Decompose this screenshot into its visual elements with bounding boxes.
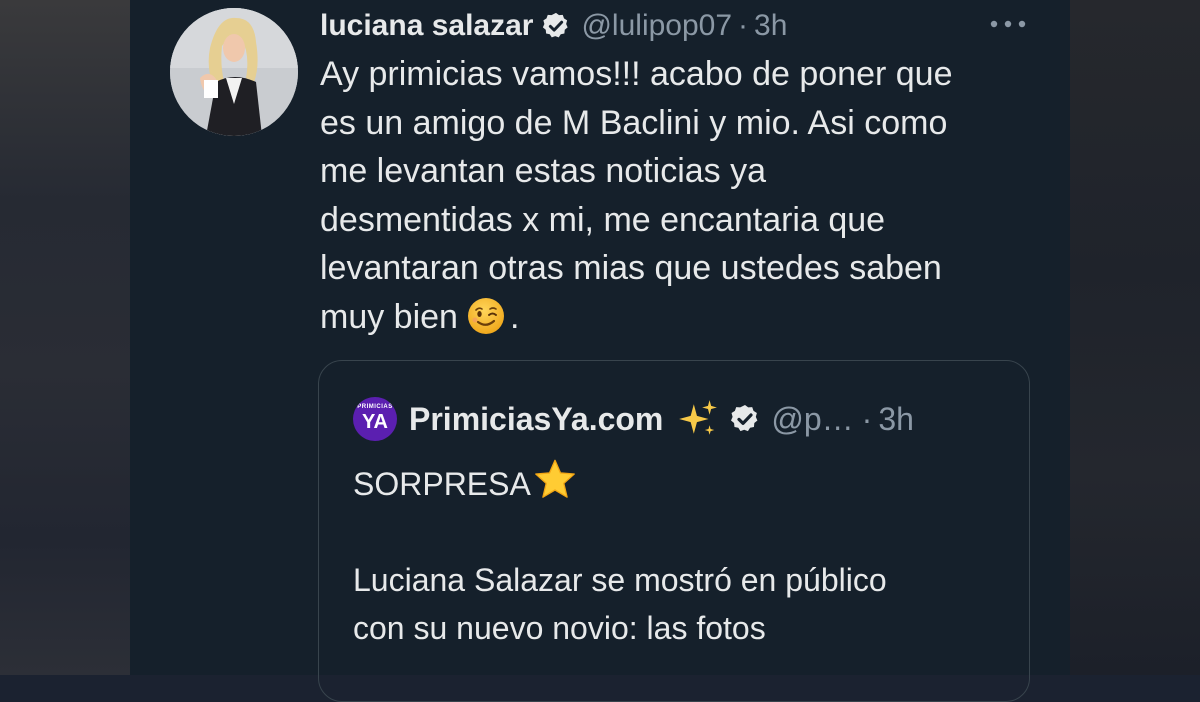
more-options-icon [990, 20, 1026, 28]
tweet-text-end: . [509, 297, 520, 336]
avatar[interactable] [170, 8, 298, 136]
author-handle[interactable]: @lulipop07 [581, 9, 732, 43]
tweet-text-last-line: muy bien . [320, 293, 1040, 342]
quoted-text-line: Luciana Salazar se mostró en público [353, 562, 887, 598]
winking-face-emoji-icon [467, 297, 504, 334]
sparkles-icon [679, 400, 718, 435]
avatar-photo [170, 8, 298, 136]
quoted-text-line: SORPRESA [353, 457, 1013, 508]
tweet-text-line: Ay primicias vamos!!! acabo de poner que [320, 55, 953, 93]
tweet-card[interactable]: luciana salazar @lulipop07 · 3h Ay primi… [130, 0, 1070, 702]
more-options-button[interactable] [985, 10, 1031, 38]
quoted-author-logo[interactable]: PRIMICIAS YA [353, 397, 397, 441]
tweet-text-line: desmentidas x mi, me encantaria que [320, 200, 886, 239]
quoted-tweet-body: SORPRESA Luciana Salazar se mostró en pú… [353, 457, 1013, 652]
quoted-tweet[interactable]: PRIMICIAS YA PrimiciasYa.com @p… · 3h SO… [318, 360, 1030, 702]
logo-small-text: PRIMICIAS [357, 404, 393, 410]
quoted-tweet-header: PRIMICIAS YA PrimiciasYa.com @p… · 3h [353, 395, 914, 443]
quoted-timestamp[interactable]: 3h [878, 401, 914, 438]
quoted-text-line: con su nuevo novio: las fotos [353, 610, 766, 646]
tweet-text-line: me levantan estas noticias ya [320, 152, 767, 190]
verified-badge-icon [543, 12, 569, 38]
tweet-text-line: es un amigo de M Baclini y mio. Asi como [320, 103, 948, 142]
star-emoji-icon [534, 459, 575, 498]
tweet-timestamp[interactable]: 3h [754, 9, 787, 43]
verified-badge-icon [731, 405, 758, 432]
quoted-author-handle[interactable]: @p… [771, 401, 853, 438]
quoted-author-name[interactable]: PrimiciasYa.com [409, 401, 663, 438]
tweet-text-line: muy bien [320, 297, 458, 336]
tweet-text-line: levantaran otras mias que ustedes saben [320, 249, 942, 287]
tweet-body: Ay primicias vamos!!! acabo de poner que… [320, 50, 1040, 341]
tweet-header: luciana salazar @lulipop07 · 3h [320, 4, 787, 48]
background-blur-left [0, 0, 130, 675]
logo-big-text: YA [362, 411, 388, 433]
author-name[interactable]: luciana salazar [320, 9, 533, 43]
quoted-headline: SORPRESA [353, 466, 531, 502]
quoted-blank-line [353, 508, 1013, 556]
separator-dot: · [861, 400, 873, 437]
separator-dot: · [738, 9, 749, 42]
background-blur-right [1070, 0, 1200, 675]
